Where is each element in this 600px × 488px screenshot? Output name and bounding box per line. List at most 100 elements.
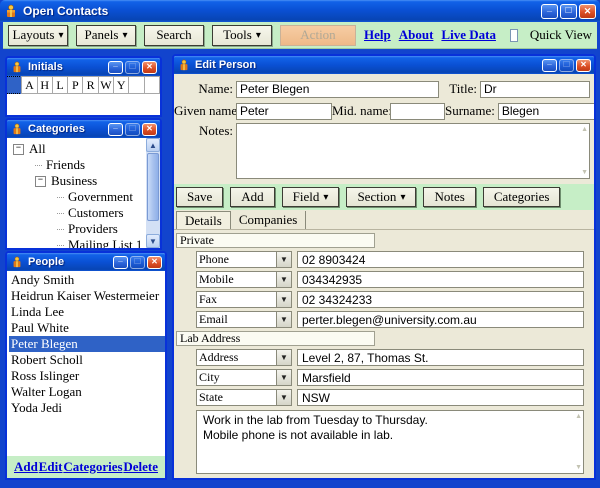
tree-item-providers[interactable]: Providers (11, 221, 160, 237)
chevron-down-icon[interactable] (276, 312, 291, 327)
city-value-field[interactable] (297, 369, 584, 386)
title-field[interactable] (480, 81, 590, 98)
field-type-select[interactable]: City (196, 369, 292, 386)
chevron-down-icon[interactable] (276, 390, 291, 405)
initial-cell[interactable]: Y (113, 76, 129, 94)
chevron-down-icon[interactable] (276, 350, 291, 365)
quick-view-checkbox[interactable] (510, 29, 518, 42)
given-name-field[interactable] (236, 103, 332, 120)
fax-value-field[interactable] (297, 291, 584, 308)
list-item[interactable]: Walter Logan (9, 384, 165, 400)
field-type-select[interactable]: Mobile (196, 271, 292, 288)
categories-scrollbar[interactable] (146, 138, 160, 248)
tree-item-all[interactable]: All (11, 141, 160, 157)
field-type-select[interactable]: State (196, 389, 292, 406)
collapse-icon[interactable] (35, 176, 46, 187)
list-item[interactable]: Heidrun Kaiser Westermeier (9, 288, 165, 304)
chevron-down-icon[interactable] (276, 292, 291, 307)
edit-link[interactable]: Edit (39, 459, 63, 475)
email-value-field[interactable] (297, 311, 584, 328)
tree-item-mailing-list-1[interactable]: Mailing List 1 (11, 237, 160, 248)
list-item[interactable]: Paul White (9, 320, 165, 336)
edit-person-titlebar[interactable]: Edit Person (174, 56, 594, 74)
close-icon[interactable] (142, 123, 157, 136)
name-field[interactable] (236, 81, 439, 98)
search-button[interactable]: Search (144, 25, 204, 46)
state-value-field[interactable] (297, 389, 584, 406)
section-notes-field[interactable]: Work in the lab from Tuesday to Thursday… (196, 410, 584, 474)
tree-item-friends[interactable]: Friends (11, 157, 160, 173)
section-button[interactable]: Section (346, 187, 416, 207)
close-icon[interactable] (147, 256, 162, 269)
phone-value-field[interactable] (297, 251, 584, 268)
maximize-icon[interactable] (125, 61, 140, 74)
minimize-icon[interactable] (541, 4, 558, 19)
address-value-field[interactable] (297, 349, 584, 366)
scrollbar-thumb[interactable] (147, 153, 159, 221)
tree-item-government[interactable]: Government (11, 189, 160, 205)
initial-cell-empty[interactable] (128, 76, 144, 94)
tree-item-business[interactable]: Business (11, 173, 160, 189)
about-link[interactable]: About (399, 27, 434, 43)
field-type-select[interactable]: Fax (196, 291, 292, 308)
tree-item-customers[interactable]: Customers (11, 205, 160, 221)
minimize-icon[interactable] (108, 61, 123, 74)
mid-name-field[interactable] (390, 103, 445, 120)
close-icon[interactable] (142, 61, 157, 74)
layouts-button[interactable]: Layouts (8, 25, 68, 46)
field-type-select[interactable]: Phone (196, 251, 292, 268)
field-type-select[interactable]: Address (196, 349, 292, 366)
list-item[interactable]: Andy Smith (9, 272, 165, 288)
scroll-down-icon[interactable] (146, 234, 160, 248)
chevron-down-icon[interactable] (276, 370, 291, 385)
minimize-icon[interactable] (108, 123, 123, 136)
initial-cell[interactable]: H (37, 76, 53, 94)
initial-cell[interactable]: P (67, 76, 83, 94)
delete-link[interactable]: Delete (123, 459, 158, 475)
add-link[interactable]: Add (14, 459, 38, 475)
tools-button[interactable]: Tools (212, 25, 272, 46)
minimize-icon[interactable] (542, 59, 557, 72)
maximize-icon[interactable] (130, 256, 145, 269)
surname-field[interactable] (498, 103, 594, 120)
open-contacts-window: Open Contacts Layouts Panels Search Tool… (0, 0, 600, 488)
initial-cell-blank-selected[interactable] (7, 76, 22, 94)
maximize-icon[interactable] (559, 59, 574, 72)
initial-cell[interactable]: R (82, 76, 98, 94)
notes-field[interactable]: ▲▼ (236, 123, 590, 179)
chevron-down-icon[interactable] (276, 252, 291, 267)
notes-button[interactable]: Notes (423, 187, 475, 207)
close-icon[interactable] (579, 4, 596, 19)
tab-details[interactable]: Details (176, 211, 231, 229)
chevron-down-icon[interactable] (276, 272, 291, 287)
add-button[interactable]: Add (230, 187, 274, 207)
field-type-select[interactable]: Email (196, 311, 292, 328)
initials-titlebar[interactable]: Initials (7, 58, 160, 76)
people-titlebar[interactable]: People (7, 253, 165, 271)
list-item-selected[interactable]: Peter Blegen (9, 336, 165, 352)
initial-cell[interactable]: W (98, 76, 114, 94)
categories-link[interactable]: Categories (63, 459, 122, 475)
field-button[interactable]: Field (282, 187, 340, 207)
save-button[interactable]: Save (176, 187, 223, 207)
maximize-icon[interactable] (125, 123, 140, 136)
list-item[interactable]: Robert Scholl (9, 352, 165, 368)
scroll-up-icon[interactable] (146, 138, 160, 152)
maximize-icon[interactable] (560, 4, 577, 19)
collapse-icon[interactable] (13, 144, 24, 155)
panels-button[interactable]: Panels (76, 25, 136, 46)
list-item[interactable]: Linda Lee (9, 304, 165, 320)
list-item[interactable]: Ross Islinger (9, 368, 165, 384)
help-link[interactable]: Help (364, 27, 391, 43)
list-item[interactable]: Yoda Jedi (9, 400, 165, 416)
categories-button[interactable]: Categories (483, 187, 561, 207)
close-icon[interactable] (576, 59, 591, 72)
minimize-icon[interactable] (113, 256, 128, 269)
categories-titlebar[interactable]: Categories (7, 120, 160, 138)
tab-companies[interactable]: Companies (231, 211, 307, 229)
initial-cell-empty[interactable] (144, 76, 160, 94)
initial-cell[interactable]: L (52, 76, 68, 94)
initial-cell[interactable]: A (21, 76, 37, 94)
mobile-value-field[interactable] (297, 271, 584, 288)
live-data-link[interactable]: Live Data (441, 27, 496, 43)
